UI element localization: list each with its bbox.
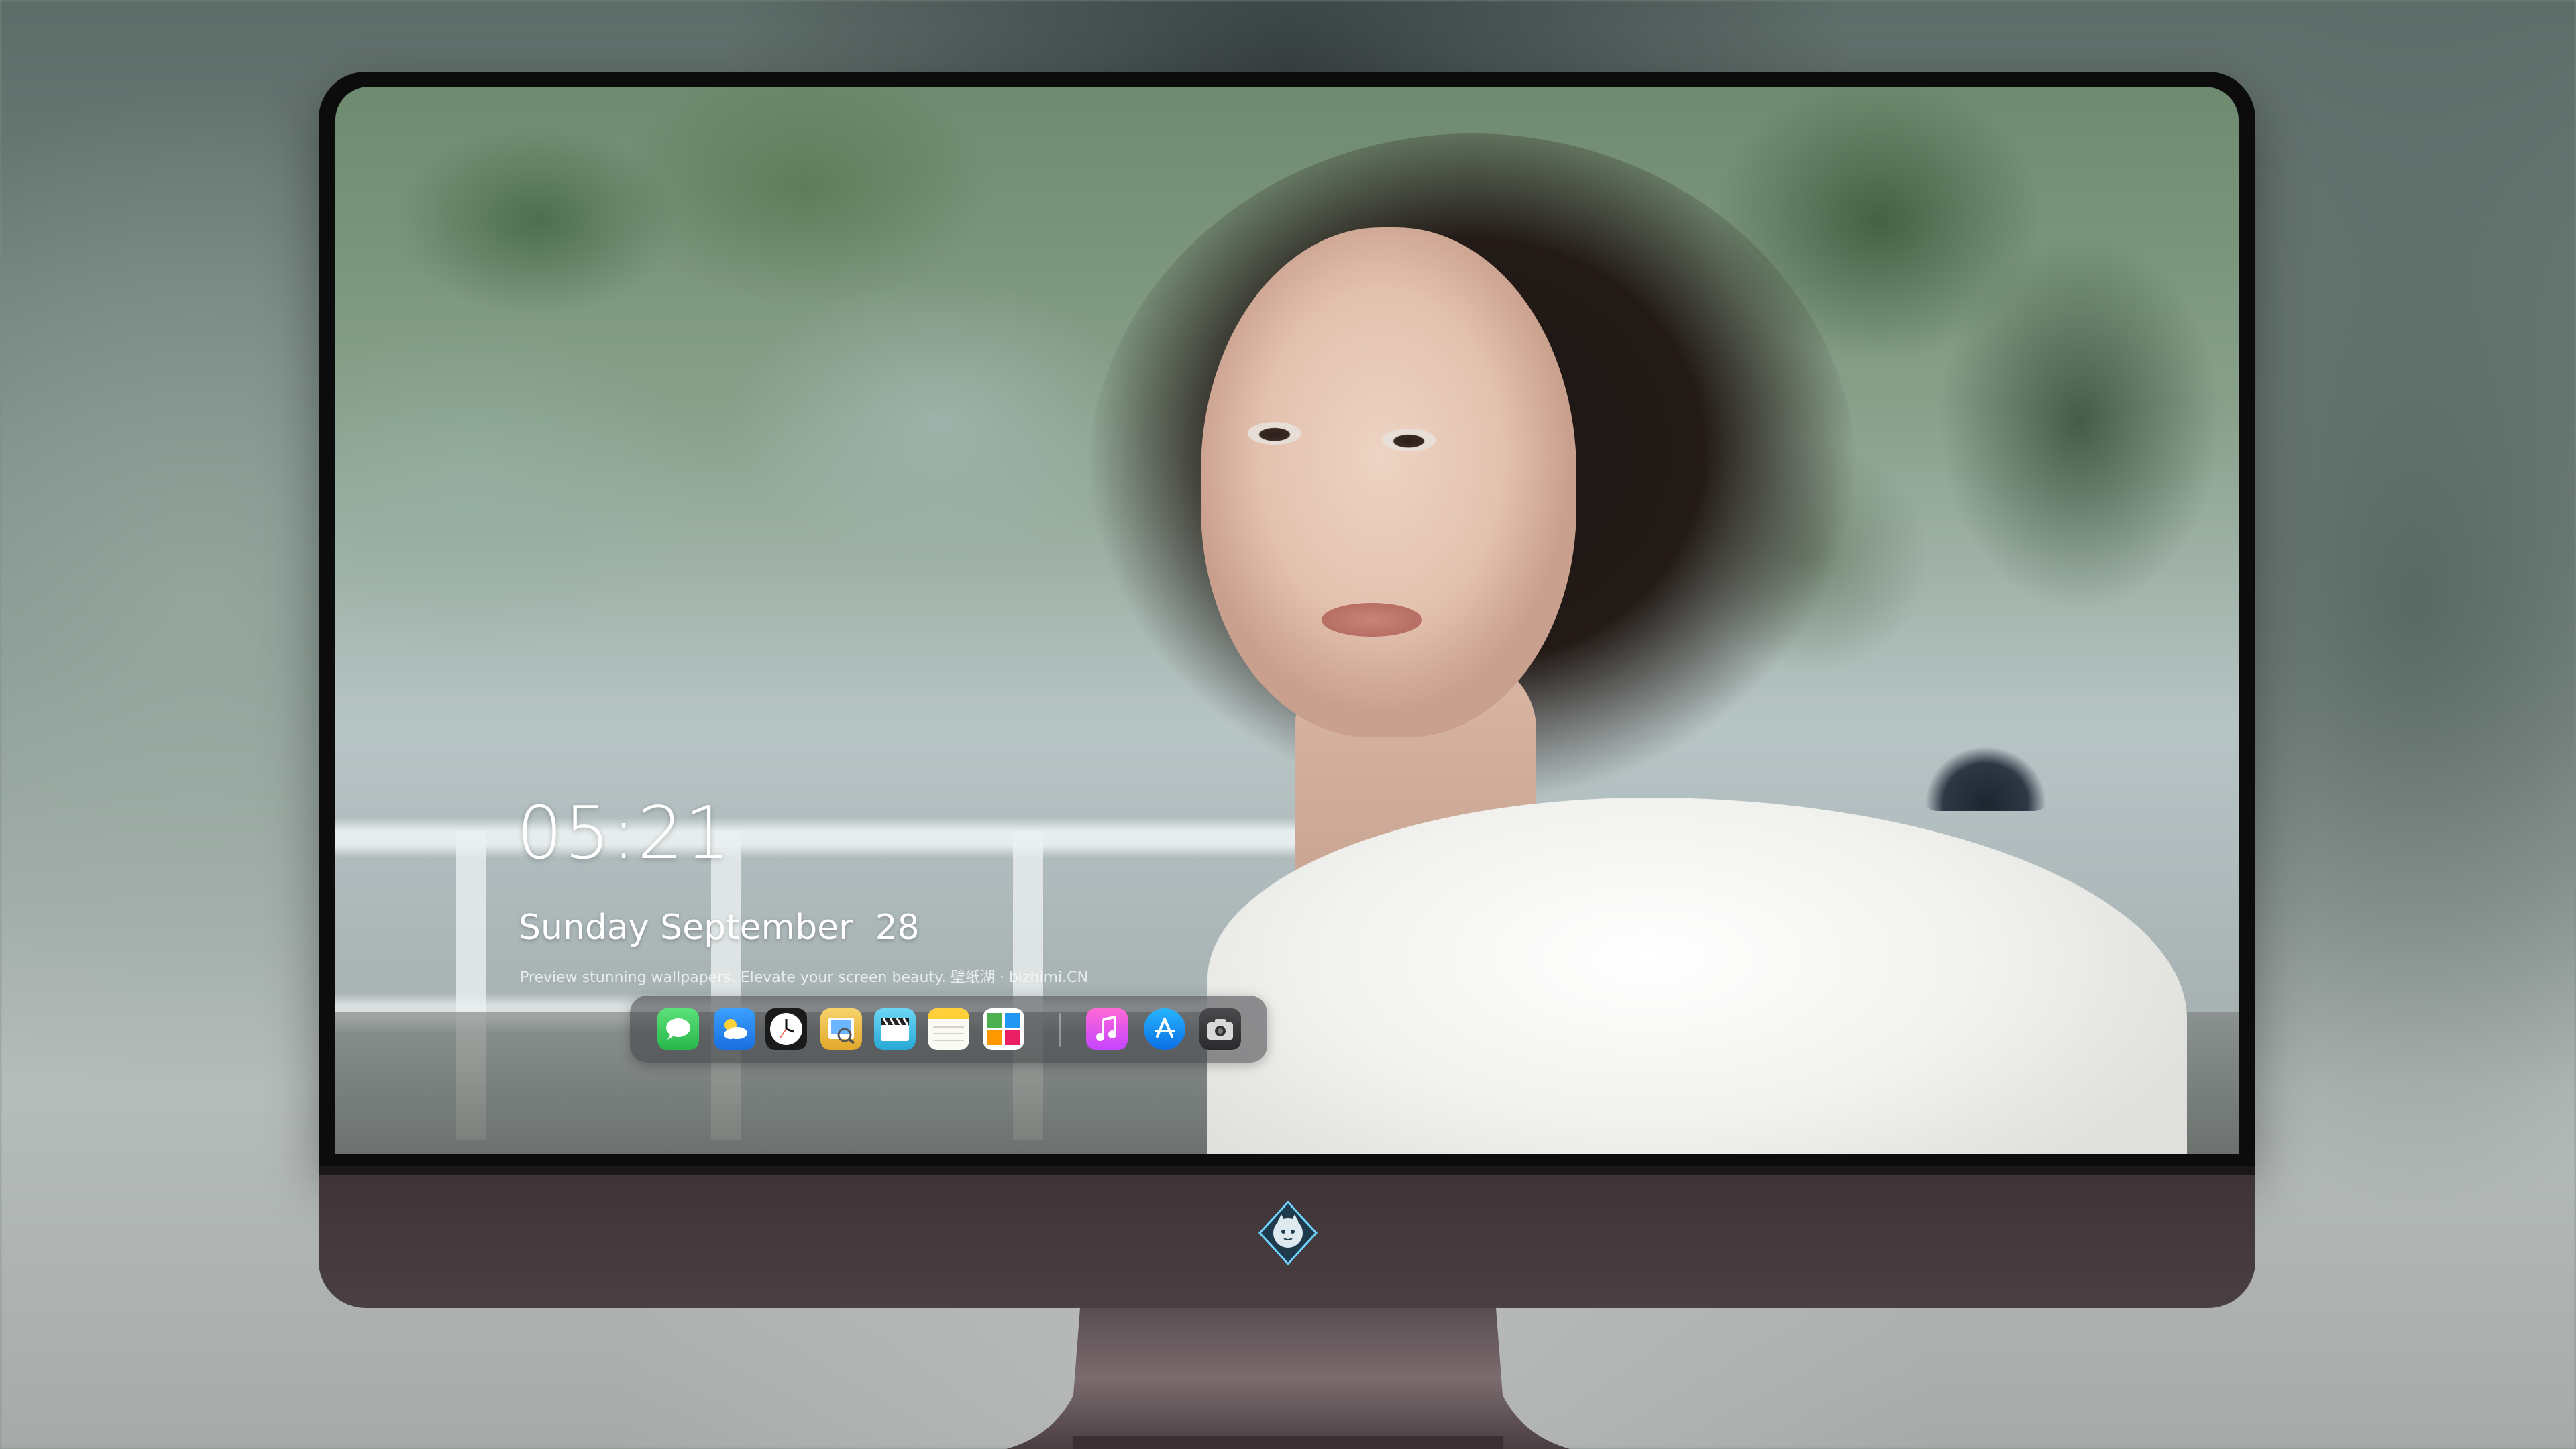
dock <box>630 996 1267 1063</box>
wallpaper-eye-right <box>1382 429 1436 451</box>
dock-app-clock[interactable] <box>765 1008 807 1050</box>
lockscreen-date: Sunday September 28 <box>519 908 920 948</box>
dock-app-notes[interactable] <box>928 1008 969 1050</box>
monitor-stand <box>1006 1308 1570 1449</box>
app-store-icon <box>1155 1018 1175 1038</box>
clapperboard-icon <box>881 1018 909 1041</box>
desktop-screen: 05:21 Sunday September 28 Preview stunni… <box>335 87 2239 1154</box>
weather-icon <box>724 1019 747 1039</box>
clock-icon <box>770 1013 802 1045</box>
brand-logo <box>1254 1199 1322 1267</box>
notes-icon <box>928 1008 969 1041</box>
mascot-logo-icon <box>1258 1200 1318 1266</box>
lockscreen-tagline: Preview stunning wallpapers. Elevate you… <box>520 969 1088 986</box>
dock-app-screenshot[interactable] <box>1199 1008 1241 1050</box>
dock-app-photo-booth[interactable] <box>983 1008 1024 1050</box>
messages-icon <box>666 1018 690 1040</box>
camera-icon <box>1208 1019 1233 1040</box>
dock-separator <box>1059 1013 1061 1046</box>
dock-app-messages[interactable] <box>657 1008 699 1050</box>
monitor-bezel: 05:21 Sunday September 28 Preview stunni… <box>319 72 2255 1166</box>
wallpaper-lamp <box>1925 731 2046 811</box>
photo-grid-icon <box>987 1013 1020 1045</box>
dock-app-preview[interactable] <box>820 1008 862 1050</box>
preview-icon <box>828 1018 855 1044</box>
wallpaper-lips <box>1322 603 1422 637</box>
dock-app-weather[interactable] <box>714 1008 755 1050</box>
dock-app-app-store[interactable] <box>1144 1008 1185 1050</box>
wallpaper-foliage-left <box>335 87 1140 824</box>
music-icon <box>1096 1015 1116 1041</box>
lockscreen-clock: 05:21 <box>517 792 733 875</box>
wallpaper-face <box>1201 227 1576 737</box>
dock-app-music[interactable] <box>1086 1008 1128 1050</box>
dock-app-clips[interactable] <box>874 1008 916 1050</box>
wallpaper-eye-left <box>1248 422 1301 445</box>
